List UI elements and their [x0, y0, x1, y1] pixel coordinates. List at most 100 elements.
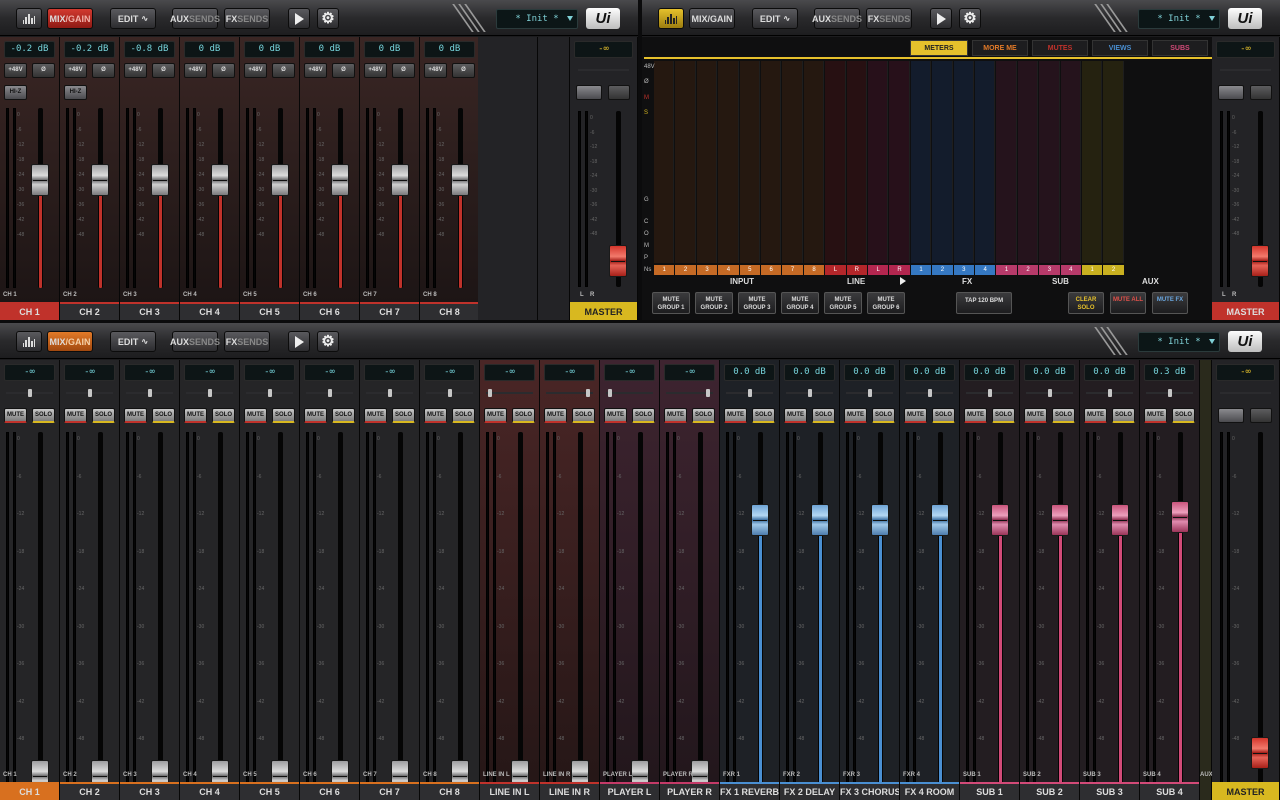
pan-slider[interactable]: [786, 389, 833, 397]
meter-channel-number[interactable]: 1: [996, 265, 1017, 275]
tab-meters[interactable]: METERS: [910, 40, 968, 56]
channel-name[interactable]: CH 1: [0, 302, 59, 320]
mute-group-button[interactable]: MUTE GROUP 5: [824, 292, 862, 314]
mute-button[interactable]: MUTE: [1084, 408, 1107, 423]
phantom-button[interactable]: +48V: [244, 63, 267, 78]
meter-channel-number[interactable]: R: [889, 265, 910, 275]
meter-channel-number[interactable]: 3: [953, 265, 974, 275]
mute-button[interactable]: MUTE: [304, 408, 327, 423]
tab-mutes[interactable]: MUTES: [1032, 40, 1088, 56]
settings-button[interactable]: ⚙: [317, 331, 339, 352]
solo-button[interactable]: SOLO: [392, 408, 415, 423]
channel-name[interactable]: CH 3: [120, 782, 179, 800]
meter-channel-number[interactable]: 1: [910, 265, 932, 275]
channel-name[interactable]: CH 8: [420, 782, 479, 800]
meter-channel-number[interactable]: 6: [761, 265, 782, 275]
fader-knob[interactable]: [391, 164, 409, 196]
level-readout[interactable]: 0.0 dB: [1084, 364, 1135, 381]
solo-button[interactable]: SOLO: [92, 408, 115, 423]
pan-slider[interactable]: [1146, 389, 1193, 397]
solo-button[interactable]: SOLO: [692, 408, 715, 423]
level-readout[interactable]: 0.0 dB: [784, 364, 835, 381]
pan-knob[interactable]: [388, 389, 392, 397]
meters-view-button[interactable]: [658, 8, 684, 29]
mute-fx-button[interactable]: MUTE FX: [1152, 292, 1188, 314]
pan-knob[interactable]: [448, 389, 452, 397]
meter-channel-number[interactable]: L: [868, 265, 889, 275]
meter-channel-number[interactable]: 3: [1039, 265, 1060, 275]
level-readout[interactable]: -∞: [364, 364, 415, 381]
mute-button[interactable]: MUTE: [964, 408, 987, 423]
meter-channel-number[interactable]: 2: [932, 265, 953, 275]
mute-button[interactable]: MUTE: [484, 408, 507, 423]
aux-sends-button[interactable]: AUX SENDS: [170, 331, 220, 352]
meters-view-button[interactable]: [16, 331, 42, 352]
level-readout[interactable]: 0.0 dB: [904, 364, 955, 381]
mute-button[interactable]: MUTE: [544, 408, 567, 423]
tap-tempo-button[interactable]: TAP 120 BPM: [956, 292, 1012, 314]
gain-readout[interactable]: -0.8 dB: [124, 41, 175, 58]
mute-button[interactable]: MUTE: [904, 408, 927, 423]
pan-knob[interactable]: [88, 389, 92, 397]
pan-slider[interactable]: [726, 389, 773, 397]
hiz-button[interactable]: HI-Z: [4, 85, 27, 100]
settings-button[interactable]: ⚙: [317, 8, 339, 29]
phase-button[interactable]: Ø: [32, 63, 55, 78]
phantom-button[interactable]: +48V: [304, 63, 327, 78]
play-to-master-button[interactable]: [576, 85, 602, 100]
snapshot-selector[interactable]: * Init *: [1138, 332, 1220, 352]
fx-sends-button[interactable]: FX SENDS: [224, 8, 270, 29]
pan-knob[interactable]: [488, 389, 492, 397]
pan-knob[interactable]: [608, 389, 612, 397]
mute-button[interactable]: MUTE: [1024, 408, 1047, 423]
balance-slider[interactable]: [578, 69, 629, 71]
fader-knob[interactable]: [1251, 245, 1269, 277]
mix-gain-button[interactable]: MIX/GAIN: [689, 8, 735, 29]
mute-button[interactable]: MUTE: [844, 408, 867, 423]
solo-button[interactable]: SOLO: [1112, 408, 1135, 423]
pan-slider[interactable]: [846, 389, 893, 397]
phase-button[interactable]: Ø: [392, 63, 415, 78]
solo-button[interactable]: SOLO: [872, 408, 895, 423]
clear-solo-button[interactable]: CLEAR SOLO: [1068, 292, 1104, 314]
gain-readout[interactable]: 0 dB: [304, 41, 355, 58]
pan-knob[interactable]: [1168, 389, 1172, 397]
phantom-button[interactable]: +48V: [424, 63, 447, 78]
solo-button[interactable]: SOLO: [932, 408, 955, 423]
solo-button[interactable]: SOLO: [152, 408, 175, 423]
solo-button[interactable]: SOLO: [572, 408, 595, 423]
pan-knob[interactable]: [1048, 389, 1052, 397]
solo-button[interactable]: SOLO: [212, 408, 235, 423]
mute-button[interactable]: MUTE: [1144, 408, 1167, 423]
fader-knob[interactable]: [31, 164, 49, 196]
phantom-button[interactable]: +48V: [124, 63, 147, 78]
gain-readout[interactable]: -0.2 dB: [64, 41, 115, 58]
mute-button[interactable]: MUTE: [64, 408, 87, 423]
channel-name[interactable]: CH 3: [120, 302, 179, 320]
aux-sends-button[interactable]: AUX SENDS: [812, 8, 862, 29]
pan-knob[interactable]: [148, 389, 152, 397]
aux-sends-button[interactable]: AUX SENDS: [170, 8, 220, 29]
fader-knob[interactable]: [271, 164, 289, 196]
mute-button[interactable]: MUTE: [424, 408, 447, 423]
meters-view-button[interactable]: [16, 8, 42, 29]
phantom-button[interactable]: +48V: [64, 63, 87, 78]
level-readout[interactable]: -∞: [184, 364, 235, 381]
channel-name[interactable]: SUB 3: [1080, 782, 1139, 800]
phantom-button[interactable]: +48V: [184, 63, 207, 78]
fader-knob[interactable]: [1111, 504, 1129, 536]
channel-name[interactable]: CH 6: [300, 302, 359, 320]
phantom-button[interactable]: +48V: [4, 63, 27, 78]
channel-name[interactable]: CH 7: [360, 782, 419, 800]
snapshot-selector[interactable]: * Init *: [1138, 9, 1220, 29]
pan-knob[interactable]: [208, 389, 212, 397]
fx-sends-button[interactable]: FX SENDS: [866, 8, 912, 29]
master-value[interactable]: -∞: [1216, 364, 1275, 381]
pan-slider[interactable]: [366, 389, 413, 397]
level-readout[interactable]: -∞: [4, 364, 55, 381]
channel-name[interactable]: FX 2 DELAY: [780, 782, 839, 800]
meter-channel-number[interactable]: 5: [739, 265, 760, 275]
channel-name[interactable]: CH 4: [180, 302, 239, 320]
pan-slider[interactable]: [606, 389, 653, 397]
tab-views[interactable]: VIEWS: [1092, 40, 1148, 56]
